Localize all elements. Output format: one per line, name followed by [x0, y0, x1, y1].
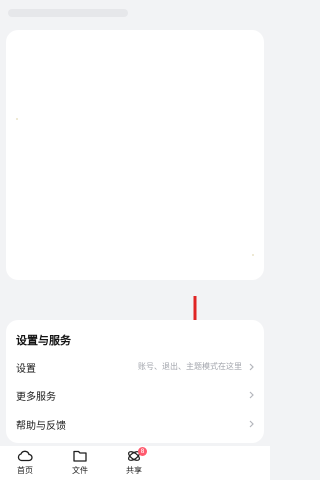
chevron-right-icon [249, 391, 254, 399]
folder-icon [73, 450, 87, 462]
nav-files-label: 文件 [72, 466, 88, 475]
settings-row-label: 设置 [16, 364, 36, 375]
cloud-icon [17, 450, 33, 462]
nav-home-label: 首页 [17, 466, 33, 475]
nav-home[interactable]: 首页 [3, 449, 47, 479]
help-feedback-row[interactable]: 帮助与反馈 [6, 410, 264, 438]
content-card [6, 30, 264, 280]
nav-share-label: 共享 [126, 466, 142, 475]
settings-row[interactable]: 设置 账号、退出、主题模式在这里 [6, 353, 264, 381]
blurred-header-placeholder [8, 9, 128, 17]
nav-files[interactable]: 文件 [58, 449, 102, 479]
decorative-speck [16, 118, 18, 120]
chevron-right-icon [249, 363, 254, 371]
nav-share[interactable]: 8 共享 [112, 447, 156, 479]
section-title: 设置与服务 [16, 334, 71, 347]
chevron-right-icon [249, 420, 254, 428]
bottom-nav: 首页 文件 8 共享 [0, 446, 270, 480]
share-badge: 8 [138, 447, 147, 456]
more-services-row[interactable]: 更多服务 [6, 381, 264, 409]
decorative-speck [252, 254, 254, 256]
help-feedback-label: 帮助与反馈 [16, 421, 66, 432]
more-services-label: 更多服务 [16, 392, 56, 403]
settings-row-hint: 账号、退出、主题模式在这里 [138, 362, 242, 371]
top-header-strip [0, 0, 270, 28]
